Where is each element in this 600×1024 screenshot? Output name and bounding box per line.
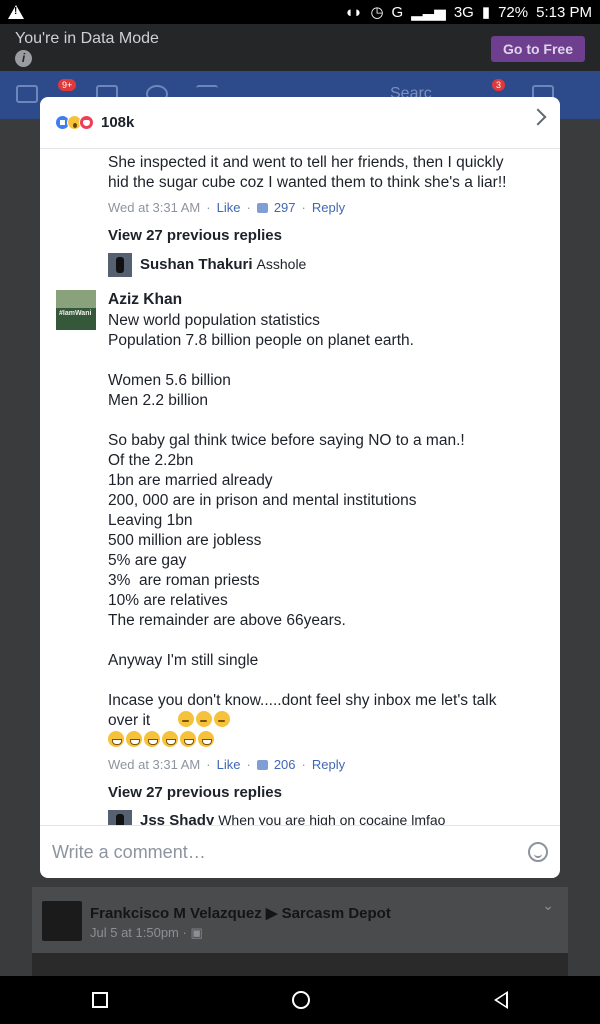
post-author[interactable]: Frankcisco M Velazquez ▶ Sarcasm Depot <box>90 904 391 922</box>
data-mode-banner: You're in Data Mode i Go to Free <box>0 24 600 71</box>
comment-time: Wed at 3:31 AM <box>108 757 201 772</box>
reactions-comments-modal: 108k She inspected it and went to tell h… <box>40 97 560 878</box>
info-icon[interactable]: i <box>15 50 32 67</box>
reply-author: Sushan Thakuri <box>140 256 253 273</box>
battery-level: 72% <box>498 3 529 21</box>
avatar[interactable]: #IamWani <box>56 290 96 330</box>
avatar[interactable] <box>108 253 132 277</box>
smirk-emoji-icon <box>214 711 230 727</box>
post-author-name: Frankcisco M Velazquez <box>90 905 262 922</box>
network-type-2: 3G <box>453 3 474 21</box>
comment-text: New world population statistics Populati… <box>108 312 497 729</box>
grin-emoji-icon <box>126 731 142 747</box>
comment-meta: Wed at 3:31 AM · Like · 297 · Reply <box>108 200 346 215</box>
comment-author[interactable]: Aziz Khan <box>108 291 182 309</box>
like-count[interactable]: 206 <box>274 757 296 772</box>
chevron-right-icon[interactable] <box>529 108 547 126</box>
like-count[interactable]: 297 <box>274 200 296 215</box>
background-post-image <box>32 953 568 976</box>
notification-badge: 9+ <box>58 79 77 91</box>
view-previous-replies[interactable]: View 27 previous replies <box>108 227 282 244</box>
avatar[interactable] <box>108 810 132 825</box>
reply-author: Jss Shady <box>140 812 215 825</box>
like-link[interactable]: Like <box>217 757 241 772</box>
grin-emoji-icon <box>180 731 196 747</box>
warning-icon <box>8 5 24 19</box>
grin-emoji-icon <box>108 731 124 747</box>
avatar <box>42 901 82 941</box>
grin-emoji-icon <box>162 731 178 747</box>
system-navigation-bar <box>0 976 600 1024</box>
network-type: G <box>391 3 404 21</box>
comment-composer <box>40 825 560 878</box>
emoji-row <box>108 731 214 747</box>
reply-text: When you are high on cocaine lmfao <box>218 812 446 825</box>
grin-emoji-icon <box>144 731 160 747</box>
headphones-icon: ◖◗ <box>344 3 363 21</box>
love-reaction-icon <box>79 115 94 130</box>
reply-link[interactable]: Reply <box>312 757 345 772</box>
clock: 5:13 PM <box>536 3 592 21</box>
privacy-icon: · ▣ <box>182 925 203 940</box>
reply-link[interactable]: Reply <box>312 200 345 215</box>
reply-text: Asshole <box>256 256 307 272</box>
signal-icon: ▂▃▅ <box>411 4 446 21</box>
like-link[interactable]: Like <box>217 200 241 215</box>
alarm-icon: ◷ <box>370 4 384 21</box>
news-feed-icon[interactable] <box>16 85 38 103</box>
go-to-free-button[interactable]: Go to Free <box>490 36 585 62</box>
emoji-picker-icon[interactable] <box>528 842 548 862</box>
grin-emoji-icon <box>198 731 214 747</box>
emoji-row <box>178 711 230 727</box>
back-icon[interactable] <box>494 991 508 1009</box>
comment-text: She inspected it and went to tell her fr… <box>108 154 507 191</box>
recent-apps-icon[interactable] <box>92 992 108 1008</box>
comment-input[interactable] <box>52 841 528 863</box>
thumbs-up-icon <box>256 202 268 213</box>
thumbs-up-icon <box>256 759 268 770</box>
reaction-count: 108k <box>101 114 135 131</box>
avatar-tag: #IamWani <box>59 310 92 317</box>
modal-header[interactable]: 108k <box>40 97 560 149</box>
post-time: Jul 5 at 1:50pm · ▣ <box>90 925 203 941</box>
arrow-right-icon: ▶ <box>265 905 282 922</box>
comment-meta: Wed at 3:31 AM · Like · 206 · Reply <box>108 757 346 772</box>
post-time-text: Jul 5 at 1:50pm <box>90 925 179 940</box>
chevron-down-icon[interactable]: ⌄ <box>542 897 554 914</box>
reply-preview[interactable]: Jss Shady When you are high on cocaine lm… <box>140 812 445 825</box>
reply-preview[interactable]: Sushan Thakuri Asshole <box>140 256 306 273</box>
home-icon[interactable] <box>292 991 310 1009</box>
messages-badge: 3 <box>492 79 506 91</box>
view-previous-replies[interactable]: View 27 previous replies <box>108 784 282 801</box>
smirk-emoji-icon <box>178 711 194 727</box>
battery-icon: ▮ <box>481 4 491 21</box>
post-page-name: Sarcasm Depot <box>281 905 391 922</box>
smirk-emoji-icon <box>196 711 212 727</box>
comments-list[interactable]: She inspected it and went to tell her fr… <box>40 150 560 825</box>
comment-time: Wed at 3:31 AM <box>108 200 201 215</box>
status-bar: ◖◗ ◷ G ▂▃▅ 3G ▮ 72% 5:13 PM <box>0 0 600 24</box>
